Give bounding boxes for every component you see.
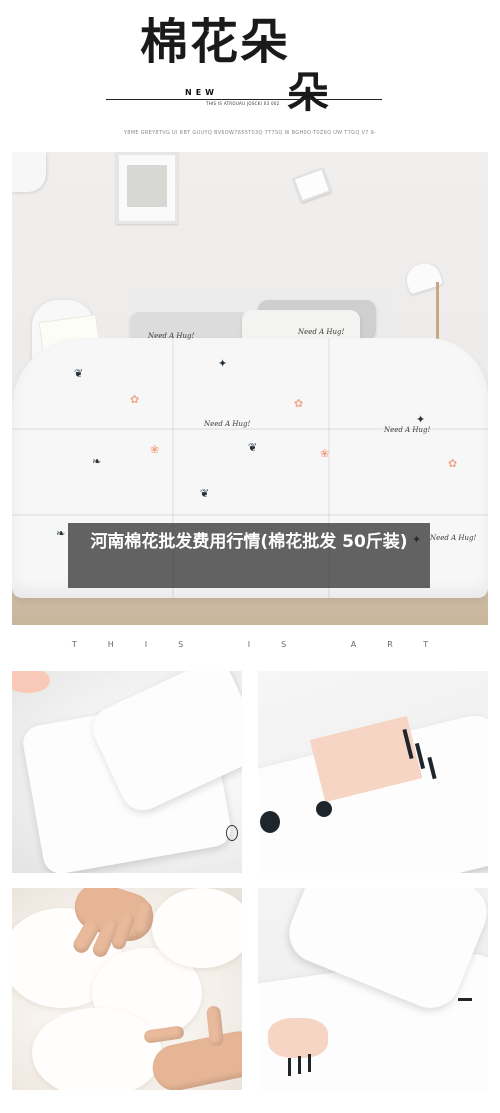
flower-motif: ❀ xyxy=(150,443,160,456)
wall-frame xyxy=(116,152,178,224)
quilt-script-text: Need A Hug! xyxy=(298,328,345,336)
detail-photo-cotton-filling xyxy=(12,888,242,1090)
leaf-motif: ❦ xyxy=(248,441,258,454)
quilt-script-text: Need A Hug! xyxy=(430,534,477,542)
cotton-fluff xyxy=(152,888,242,968)
new-label: NEW xyxy=(185,88,218,97)
peach-print xyxy=(268,1018,328,1058)
leaf-motif: ✦ xyxy=(416,413,426,426)
print-mark xyxy=(458,998,472,1001)
header-tagline: THIS IS ATROUAU JOSCKI 03 002 xyxy=(206,101,280,106)
caption-text: 河南棉花批发费用行情(棉花批发 50斤装) xyxy=(90,532,408,552)
flower-motif: ✿ xyxy=(294,397,304,410)
print-mark xyxy=(260,811,280,833)
leaf-motif: ❧ xyxy=(92,455,102,468)
brand-title: 棉花朵 xyxy=(140,14,291,70)
brand-title-secondary: 朵 xyxy=(287,68,330,117)
flower-motif: ✿ xyxy=(448,457,458,470)
flower-motif: ✿ xyxy=(130,393,140,406)
print-mark xyxy=(308,1054,311,1072)
leaf-motif: ❦ xyxy=(74,367,84,380)
pink-print xyxy=(12,671,50,693)
section-divider-text: THIS IS ART xyxy=(71,640,460,649)
print-mark xyxy=(226,825,238,841)
print-mark xyxy=(288,1058,291,1076)
leaf-motif: ✦ xyxy=(218,357,228,370)
detail-photo-quilt-edge xyxy=(12,671,242,873)
print-mark xyxy=(298,1056,301,1074)
wall-photo xyxy=(292,167,332,203)
print-mark xyxy=(316,801,332,817)
cotton-fluff xyxy=(32,1008,162,1090)
quilt-script-text: Need A Hug! xyxy=(204,420,251,428)
quilt-script-text: Need A Hug! xyxy=(384,426,431,434)
finger xyxy=(205,1005,225,1047)
flower-motif: ❀ xyxy=(320,447,330,460)
leaf-motif: ❦ xyxy=(200,487,210,500)
wall-lamp-left xyxy=(12,152,46,192)
detail-photo-quilt-corner xyxy=(258,888,488,1090)
leaf-motif: ❧ xyxy=(56,527,66,540)
quilt-script-text: Need A Hug! xyxy=(148,332,195,340)
decorative-code-text: Y8ME GREY8TVG UI RBT GUUYQ BV6OW7655T03Q… xyxy=(123,130,377,136)
detail-photo-print xyxy=(258,671,488,873)
header-divider-line xyxy=(106,99,382,100)
